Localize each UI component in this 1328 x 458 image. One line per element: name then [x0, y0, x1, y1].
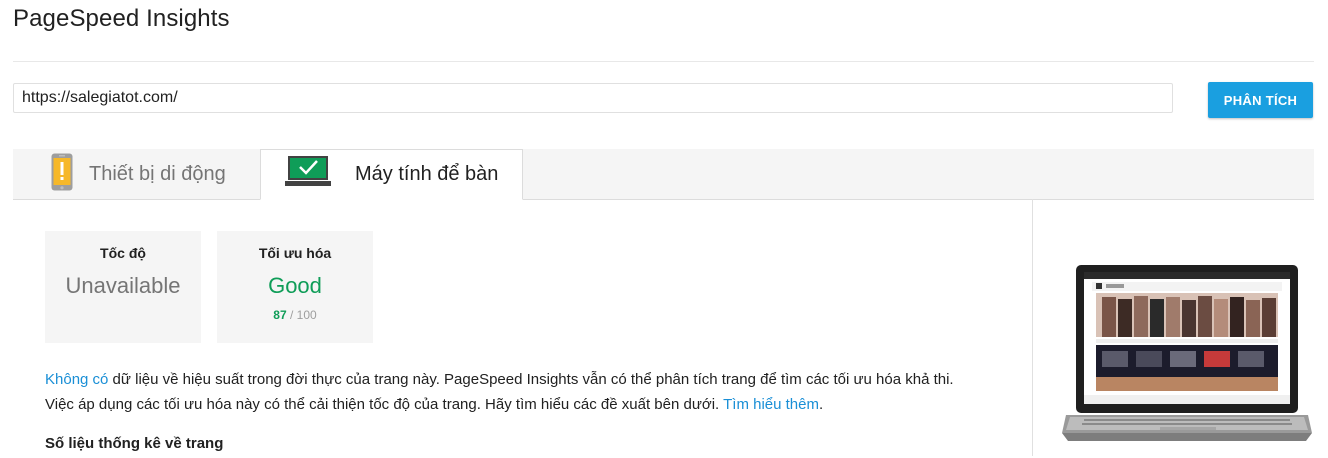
- optimization-score-max: / 100: [290, 308, 317, 322]
- device-tabbar: Thiết bị di động Máy tính để bàn: [13, 149, 1314, 200]
- description-text-2: Việc áp dụng các tối ưu hóa này có thể c…: [45, 396, 724, 413]
- page-stats-heading: Số liệu thống kê về trang: [45, 435, 224, 452]
- phone-warning-icon: [51, 153, 73, 196]
- header-divider: [13, 61, 1314, 62]
- analyze-button[interactable]: PHÂN TÍCH: [1208, 82, 1313, 118]
- optimization-value: Good: [268, 273, 322, 298]
- speed-value: Unavailable: [65, 273, 181, 298]
- optimization-score-card: Tối ưu hóa Good 87 / 100: [217, 231, 373, 343]
- speed-title: Tốc độ: [100, 245, 146, 261]
- description-paragraph: Không có dữ liệu về hiệu suất trong đời …: [45, 367, 1025, 417]
- monitor-check-icon: [285, 156, 331, 193]
- tab-desktop-label: Máy tính để bàn: [355, 163, 499, 185]
- tab-mobile[interactable]: Thiết bị di động: [29, 149, 259, 199]
- page-title: PageSpeed Insights: [13, 5, 230, 32]
- tab-desktop[interactable]: Máy tính để bàn: [260, 149, 523, 200]
- description-text-3: .: [819, 396, 824, 413]
- speed-score-card: Tốc độ Unavailable: [45, 231, 201, 343]
- no-data-link[interactable]: Không có: [45, 371, 108, 388]
- optimization-score: 87 / 100: [217, 308, 373, 322]
- column-divider: [1032, 199, 1033, 456]
- optimization-title: Tối ưu hóa: [258, 245, 332, 261]
- laptop-screenshot-preview: [1062, 263, 1314, 458]
- description-text-1: dữ liệu về hiệu suất trong đời thực của …: [108, 371, 954, 388]
- tab-mobile-label: Thiết bị di động: [89, 162, 226, 185]
- learn-more-link[interactable]: Tìm hiểu thêm: [723, 396, 819, 413]
- optimization-score-number: 87: [273, 308, 287, 322]
- url-input[interactable]: [13, 83, 1173, 113]
